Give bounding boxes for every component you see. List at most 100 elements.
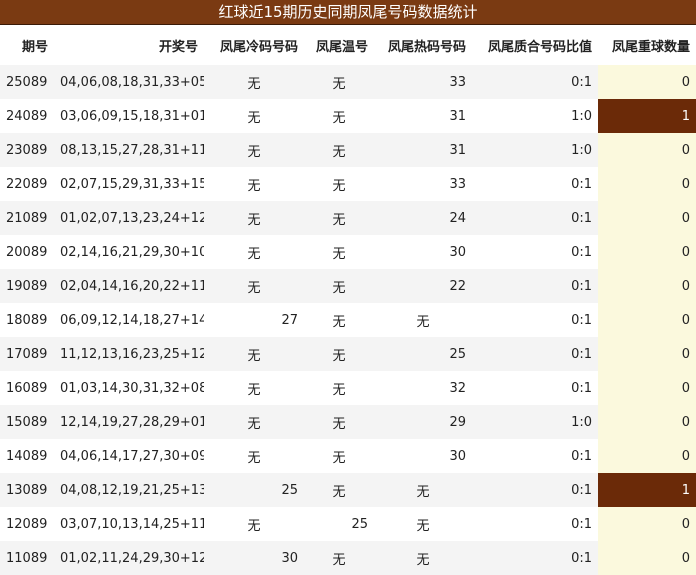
cell-hot: 30 <box>374 235 472 269</box>
cell-ratio: 0:1 <box>472 201 598 235</box>
cell-numbers: 03,07,10,13,14,25+11 <box>54 507 204 541</box>
cell-numbers: 04,06,14,17,27,30+09 <box>54 439 204 473</box>
cell-numbers: 08,13,15,27,28,31+11 <box>54 133 204 167</box>
table-title: 红球近15期历史同期凤尾号码数据统计 <box>0 0 696 25</box>
cell-warm: 无 <box>304 371 374 405</box>
cell-repeat: 0 <box>598 507 696 541</box>
cell-issue: 20089 <box>0 235 54 269</box>
cell-warm: 无 <box>304 541 374 575</box>
table-row: 16089 01,03,14,30,31,32+08 无无 32 0:1 0 <box>0 371 696 405</box>
cell-warm: 无 <box>304 167 374 201</box>
table-row: 22089 02,07,15,29,31,33+15 无无 33 0:1 0 <box>0 167 696 201</box>
cell-cold: 无 <box>204 337 304 371</box>
table-row: 13089 04,08,12,19,21,25+13 25 无无 0:1 1 <box>0 473 696 507</box>
stats-table: 期号 开奖号 凤尾冷码号码 凤尾温号 凤尾热码号码 凤尾质合号码比值 凤尾重球数… <box>0 25 696 575</box>
cell-numbers: 06,09,12,14,18,27+14 <box>54 303 204 337</box>
cell-hot: 22 <box>374 269 472 303</box>
table-row: 24089 03,06,09,15,18,31+01 无无 31 1:0 1 <box>0 99 696 133</box>
cell-issue: 22089 <box>0 167 54 201</box>
cell-cold: 无 <box>204 65 304 99</box>
cell-warm: 无 <box>304 133 374 167</box>
cell-repeat: 0 <box>598 235 696 269</box>
cell-hot: 24 <box>374 201 472 235</box>
cell-hot: 31 <box>374 133 472 167</box>
cell-cold: 25 <box>204 473 304 507</box>
cell-numbers: 01,02,11,24,29,30+12 <box>54 541 204 575</box>
cell-cold: 27 <box>204 303 304 337</box>
cell-hot: 无 <box>374 303 472 337</box>
cell-cold: 无 <box>204 439 304 473</box>
col-header-issue: 期号 <box>21 39 48 55</box>
cell-repeat: 0 <box>598 303 696 337</box>
cell-hot: 32 <box>374 371 472 405</box>
table-row: 21089 01,02,07,13,23,24+12 无无 24 0:1 0 <box>0 201 696 235</box>
col-header-hot: 凤尾热码号码 <box>387 39 466 55</box>
cell-issue: 17089 <box>0 337 54 371</box>
cell-issue: 19089 <box>0 269 54 303</box>
cell-numbers: 03,06,09,15,18,31+01 <box>54 99 204 133</box>
cell-repeat: 0 <box>598 65 696 99</box>
cell-numbers: 12,14,19,27,28,29+01 <box>54 405 204 439</box>
table-row: 17089 11,12,13,16,23,25+12 无无 25 0:1 0 <box>0 337 696 371</box>
col-header-warm: 凤尾温号 <box>315 39 368 55</box>
cell-issue: 13089 <box>0 473 54 507</box>
table-row: 11089 01,02,11,24,29,30+12 30 无无 0:1 0 <box>0 541 696 575</box>
cell-repeat: 1 <box>598 473 696 507</box>
cell-cold: 无 <box>204 235 304 269</box>
table-row: 15089 12,14,19,27,28,29+01 无无 29 1:0 0 <box>0 405 696 439</box>
cell-cold: 无 <box>204 167 304 201</box>
cell-issue: 25089 <box>0 65 54 99</box>
cell-issue: 15089 <box>0 405 54 439</box>
cell-repeat: 0 <box>598 439 696 473</box>
cell-numbers: 01,03,14,30,31,32+08 <box>54 371 204 405</box>
cell-repeat: 0 <box>598 337 696 371</box>
table-row: 20089 02,14,16,21,29,30+10 无无 30 0:1 0 <box>0 235 696 269</box>
table-row: 25089 04,06,08,18,31,33+05 无无 33 0:1 0 <box>0 65 696 99</box>
cell-warm: 无 <box>304 65 374 99</box>
cell-issue: 12089 <box>0 507 54 541</box>
cell-ratio: 0:1 <box>472 371 598 405</box>
cell-issue: 18089 <box>0 303 54 337</box>
cell-ratio: 0:1 <box>472 507 598 541</box>
cell-repeat: 0 <box>598 371 696 405</box>
cell-warm: 无 <box>304 269 374 303</box>
cell-warm: 无 <box>304 99 374 133</box>
cell-repeat: 0 <box>598 133 696 167</box>
cell-cold: 无 <box>204 269 304 303</box>
cell-repeat: 0 <box>598 269 696 303</box>
cell-ratio: 0:1 <box>472 65 598 99</box>
cell-warm: 25 <box>304 507 374 541</box>
cell-issue: 21089 <box>0 201 54 235</box>
table-row: 23089 08,13,15,27,28,31+11 无无 31 1:0 0 <box>0 133 696 167</box>
cell-numbers: 01,02,07,13,23,24+12 <box>54 201 204 235</box>
cell-issue: 23089 <box>0 133 54 167</box>
cell-ratio: 1:0 <box>472 405 598 439</box>
col-header-cold: 凤尾冷码号码 <box>219 39 298 55</box>
cell-ratio: 0:1 <box>472 337 598 371</box>
cell-hot: 33 <box>374 65 472 99</box>
cell-repeat: 0 <box>598 405 696 439</box>
cell-warm: 无 <box>304 439 374 473</box>
table-body: 25089 04,06,08,18,31,33+05 无无 33 0:1 0 24089 03… <box>0 65 696 575</box>
cell-warm: 无 <box>304 405 374 439</box>
cell-hot: 无 <box>374 507 472 541</box>
cell-cold: 无 <box>204 133 304 167</box>
table-row: 19089 02,04,14,16,20,22+11 无无 22 0:1 0 <box>0 269 696 303</box>
cell-cold: 无 <box>204 201 304 235</box>
cell-issue: 14089 <box>0 439 54 473</box>
cell-ratio: 0:1 <box>472 541 598 575</box>
col-header-numbers: 开奖号 <box>158 39 198 55</box>
cell-hot: 25 <box>374 337 472 371</box>
table-row: 18089 06,09,12,14,18,27+14 27 无无 0:1 0 <box>0 303 696 337</box>
cell-warm: 无 <box>304 201 374 235</box>
cell-warm: 无 <box>304 473 374 507</box>
cell-cold: 无 <box>204 99 304 133</box>
cell-issue: 16089 <box>0 371 54 405</box>
cell-repeat: 1 <box>598 99 696 133</box>
cell-hot: 无 <box>374 541 472 575</box>
cell-ratio: 0:1 <box>472 473 598 507</box>
cell-numbers: 04,06,08,18,31,33+05 <box>54 65 204 99</box>
cell-ratio: 1:0 <box>472 133 598 167</box>
cell-warm: 无 <box>304 303 374 337</box>
table-row: 12089 03,07,10,13,14,25+11 无 25 无 0:1 0 <box>0 507 696 541</box>
